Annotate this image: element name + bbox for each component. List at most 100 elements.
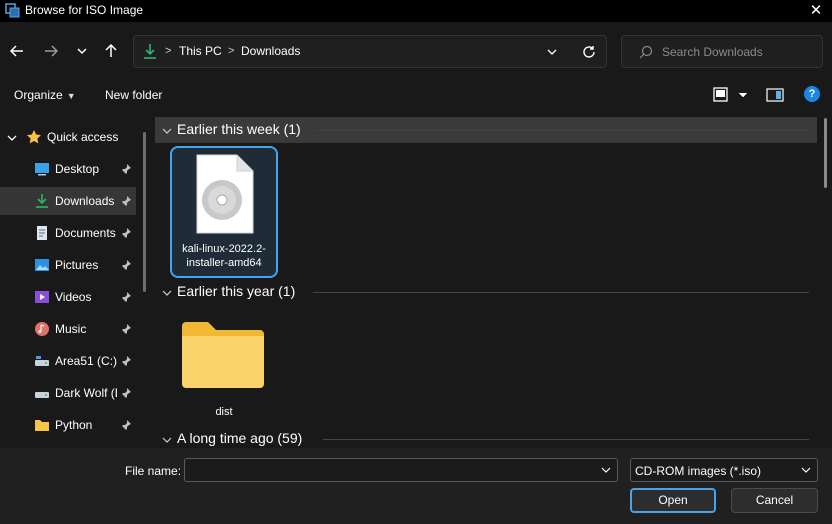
download-icon: [36, 194, 48, 208]
folder-icon: [35, 420, 49, 431]
caret-down-icon: ▼: [66, 91, 76, 101]
pin-icon: [121, 260, 131, 271]
file-name-line-2: installer-amd64: [186, 257, 262, 269]
sidebar-item-label: Python: [55, 418, 93, 432]
sidebar-item-drive-c[interactable]: Area51 (C:): [0, 347, 136, 375]
group-divider: [323, 439, 809, 440]
music-icon: [35, 322, 49, 336]
pin-icon: [121, 420, 131, 431]
desktop-icon: [35, 163, 49, 176]
view-icon: [713, 87, 748, 102]
new-folder-button[interactable]: New folder: [105, 88, 162, 102]
close-button[interactable]: ✕: [806, 1, 826, 21]
sidebar-item-label: Desktop: [55, 162, 100, 176]
sidebar-item-desktop[interactable]: Desktop: [0, 155, 136, 183]
group-title: A long time ago (59): [177, 430, 303, 446]
arrow-left-icon: [9, 45, 23, 57]
group-header-earlier-this-week[interactable]: Earlier this week (1): [155, 117, 817, 143]
sidebar-item-drive-d[interactable]: Dark Wolf (D: [0, 379, 136, 407]
sidebar-item-pictures[interactable]: Pictures: [0, 251, 136, 279]
arrow-up-icon: [105, 43, 117, 57]
sidebar-item-label: Music: [55, 322, 87, 336]
chevron-down-icon[interactable]: [544, 44, 560, 60]
pin-icon: [121, 164, 131, 175]
sidebar-item-label: Pictures: [55, 258, 99, 272]
back-button[interactable]: [6, 40, 28, 62]
file-name-label: File name:: [125, 464, 182, 478]
folder-item-dist[interactable]: dist: [170, 308, 278, 426]
pin-icon: [121, 196, 131, 207]
chevron-down-icon: [801, 467, 811, 473]
file-list: Earlier this week (1) kali-linux-2022.2-…: [155, 112, 832, 448]
pin-icon: [121, 388, 131, 399]
breadcrumb-downloads[interactable]: Downloads: [241, 44, 300, 58]
arrow-right-icon: [45, 45, 59, 57]
pictures-icon: [35, 259, 49, 271]
search-placeholder: Search Downloads: [662, 45, 763, 59]
sidebar-item-videos[interactable]: Videos: [0, 283, 136, 311]
preview-pane-icon: [766, 88, 784, 102]
file-item-kali-iso[interactable]: kali-linux-2022.2- installer-amd64: [170, 146, 278, 278]
file-type-select[interactable]: CD-ROM images (*.iso): [630, 458, 818, 482]
sidebar-item-music[interactable]: Music: [0, 315, 136, 343]
preview-pane-button[interactable]: [766, 86, 784, 104]
group-title: Earlier this year (1): [177, 283, 296, 299]
sidebar-item-label: Documents: [55, 226, 116, 240]
pin-icon: [121, 292, 131, 303]
folder-icon: [182, 322, 264, 388]
forward-button[interactable]: [40, 40, 62, 62]
change-view-button[interactable]: [712, 86, 750, 104]
open-button[interactable]: Open: [630, 488, 716, 513]
drive-icon: [35, 392, 49, 398]
up-button[interactable]: [100, 40, 122, 62]
file-name: dist: [215, 406, 233, 418]
chevron-down-icon: [162, 128, 172, 134]
group-divider: [315, 130, 809, 131]
group-header-earlier-this-year[interactable]: Earlier this year (1): [155, 279, 817, 305]
download-icon: [144, 44, 156, 59]
sidebar-item-label: Videos: [55, 290, 92, 304]
chevron-down-icon: [77, 48, 87, 55]
sidebar-scrollbar[interactable]: [143, 132, 146, 292]
sidebar-item-label: Dark Wolf (D: [55, 386, 117, 400]
cancel-button[interactable]: Cancel: [731, 488, 818, 513]
pin-icon: [121, 356, 131, 367]
file-list-scrollbar[interactable]: [824, 118, 827, 188]
chevron-down-icon[interactable]: [6, 132, 18, 144]
group-title: Earlier this week (1): [177, 121, 301, 137]
search-icon: [639, 45, 653, 59]
chevron-down-icon: [162, 437, 172, 443]
documents-icon: [37, 226, 47, 240]
recent-locations-button[interactable]: [71, 40, 93, 62]
command-bar: Organize ▼ New folder ?: [0, 78, 832, 112]
organize-label: Organize: [14, 88, 63, 102]
breadcrumb-separator: >: [165, 45, 172, 57]
address-bar[interactable]: > This PC > Downloads: [133, 35, 607, 68]
file-name-line-1: kali-linux-2022.2-: [182, 243, 266, 255]
app-icon: [5, 3, 20, 18]
sidebar-item-python[interactable]: Python: [0, 411, 136, 439]
title-bar: Browse for ISO Image ✕: [0, 0, 832, 22]
pin-icon: [121, 228, 131, 239]
sidebar-item-label: Quick access: [47, 130, 119, 144]
sidebar-item-label: Area51 (C:): [55, 354, 117, 368]
sidebar-item-downloads[interactable]: Downloads: [0, 187, 136, 215]
star-icon: [27, 130, 41, 144]
chevron-down-icon[interactable]: [600, 464, 612, 476]
search-input[interactable]: Search Downloads: [621, 35, 823, 68]
help-button[interactable]: ?: [804, 86, 820, 102]
breadcrumb-this-pc[interactable]: This PC: [179, 44, 222, 58]
navigation-pane: Quick access Desktop Downloads Documents…: [0, 112, 150, 448]
navigation-bar: > This PC > Downloads Search Downloads: [0, 22, 832, 78]
sidebar-item-quick-access[interactable]: Quick access: [0, 123, 136, 151]
refresh-icon[interactable]: [580, 43, 598, 61]
file-name-field[interactable]: [184, 458, 618, 482]
group-divider: [313, 292, 809, 293]
videos-icon: [35, 291, 49, 303]
disc-image-icon: [196, 154, 254, 234]
sidebar-item-label: Downloads: [55, 194, 115, 208]
window-title: Browse for ISO Image: [25, 3, 144, 17]
dialog-footer: File name: CD-ROM images (*.iso) Open Ca…: [0, 448, 832, 524]
sidebar-item-documents[interactable]: Documents: [0, 219, 136, 247]
organize-menu[interactable]: Organize ▼: [14, 88, 76, 102]
